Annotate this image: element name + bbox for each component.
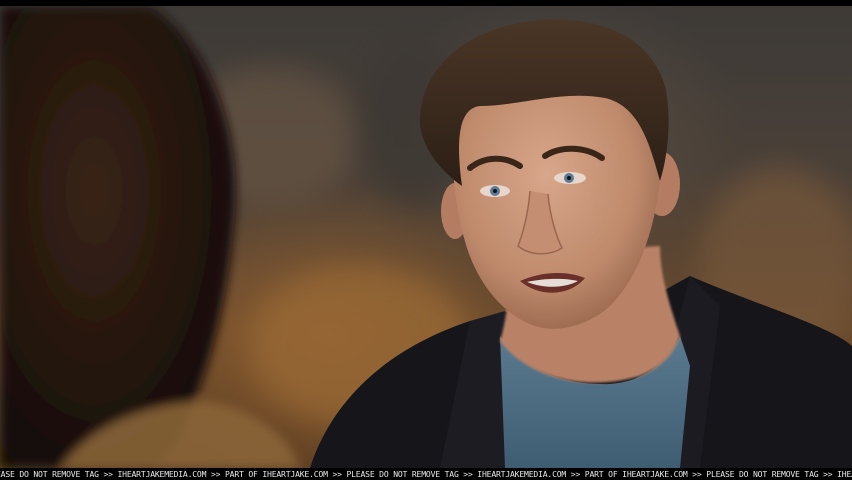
watermark-bar: EASE DO NOT REMOVE TAG >> IHEARTJAKEMEDI… — [0, 468, 852, 480]
film-frame — [0, 6, 852, 468]
watermark-text: EASE DO NOT REMOVE TAG >> IHEARTJAKEMEDI… — [0, 469, 852, 479]
foreground-hair-silhouette — [0, 6, 300, 468]
scene-illustration — [0, 6, 852, 468]
